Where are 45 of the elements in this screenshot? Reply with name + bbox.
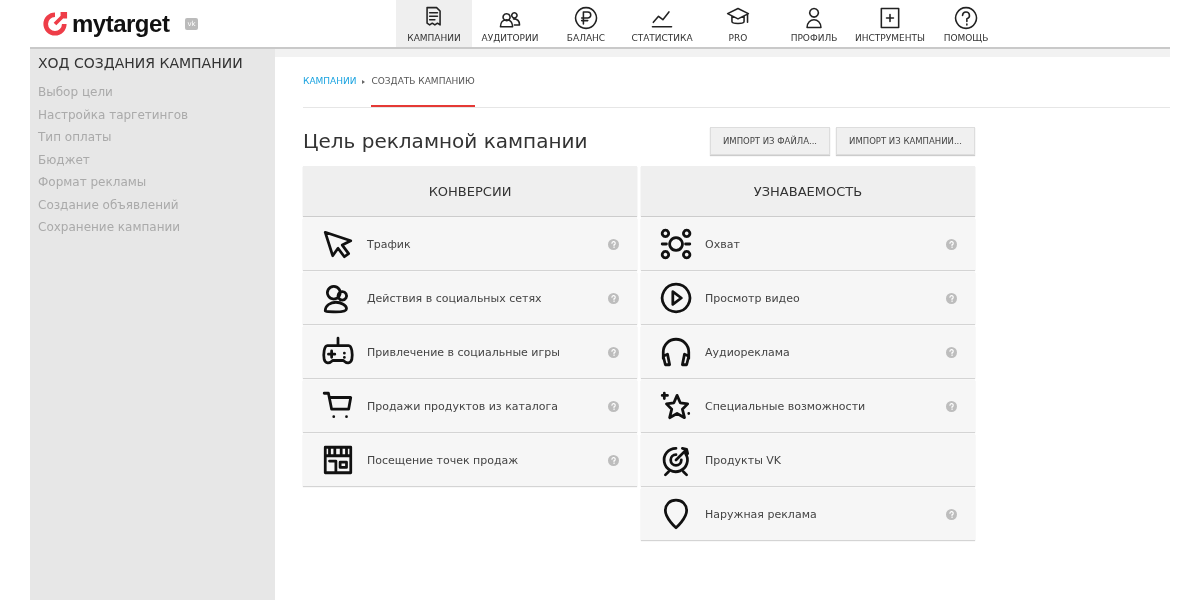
page-title: Цель рекламной кампании xyxy=(303,129,588,153)
reach-icon xyxy=(659,227,693,261)
goal-option[interactable]: Наружная реклама xyxy=(641,488,975,540)
separator-icon xyxy=(362,80,366,84)
goal-option[interactable]: Специальные возможности xyxy=(641,380,975,432)
nav-tab[interactable]: ИНСТРУМЕНТЫ xyxy=(852,0,928,47)
help-icon xyxy=(953,5,979,31)
logo-icon xyxy=(42,10,68,37)
help-icon[interactable] xyxy=(946,292,957,304)
goal-option[interactable]: Действия в социальных сетях xyxy=(303,272,637,324)
import-button[interactable]: ИМПОРТ ИЗ ФАЙЛА... xyxy=(709,127,831,155)
help-icon[interactable] xyxy=(608,454,619,466)
column-header: КОНВЕРСИИ xyxy=(303,166,637,216)
help-icon[interactable] xyxy=(608,400,619,412)
nav-tab[interactable]: PRO xyxy=(700,0,776,47)
goal-option[interactable]: Продукты VK xyxy=(641,434,975,486)
goal-option[interactable]: Посещение точек продаж xyxy=(303,434,637,486)
column-header: УЗНАВАЕМОСТЬ xyxy=(641,166,975,216)
headphones-icon xyxy=(659,335,693,369)
sidebar-title: ХОД СОЗДАНИЯ КАМПАНИИ xyxy=(38,55,244,71)
goal-option[interactable]: Охват xyxy=(641,218,975,270)
logo-text: mytarget xyxy=(72,9,170,38)
help-icon[interactable] xyxy=(608,292,619,304)
help-icon[interactable] xyxy=(946,346,957,358)
help-icon[interactable] xyxy=(946,400,957,412)
nav-tab[interactable]: ПРОФИЛЬ xyxy=(776,0,852,47)
goal-option[interactable]: Продажи продуктов из каталога xyxy=(303,380,637,432)
help-icon[interactable] xyxy=(946,508,957,520)
nav-tab[interactable]: СТАТИСТИКА xyxy=(624,0,700,47)
help-icon[interactable] xyxy=(608,346,619,358)
nav-tab[interactable]: БАЛАНС xyxy=(548,0,624,47)
goal-option[interactable]: Трафик xyxy=(303,218,637,270)
ruble-icon xyxy=(573,5,599,31)
goal-option[interactable]: Аудиореклама xyxy=(641,326,975,378)
nav-tab[interactable]: КАМПАНИИ xyxy=(396,0,472,47)
help-icon[interactable] xyxy=(608,238,619,250)
goal-option[interactable]: Просмотр видео xyxy=(641,272,975,324)
nav-tab[interactable]: ПОМОЩЬ xyxy=(928,0,1004,47)
store-icon xyxy=(321,443,355,477)
import-button[interactable]: ИМПОРТ ИЗ КАМПАНИИ... xyxy=(836,127,975,155)
nav-tab[interactable]: АУДИТОРИИ xyxy=(472,0,548,47)
breadcrumb[interactable]: СОЗДАТЬ КАМПАНИЮ xyxy=(371,57,475,107)
goal-option[interactable]: Привлечение в социальные игры xyxy=(303,326,637,378)
play-icon xyxy=(659,281,693,315)
help-icon[interactable] xyxy=(946,238,957,250)
